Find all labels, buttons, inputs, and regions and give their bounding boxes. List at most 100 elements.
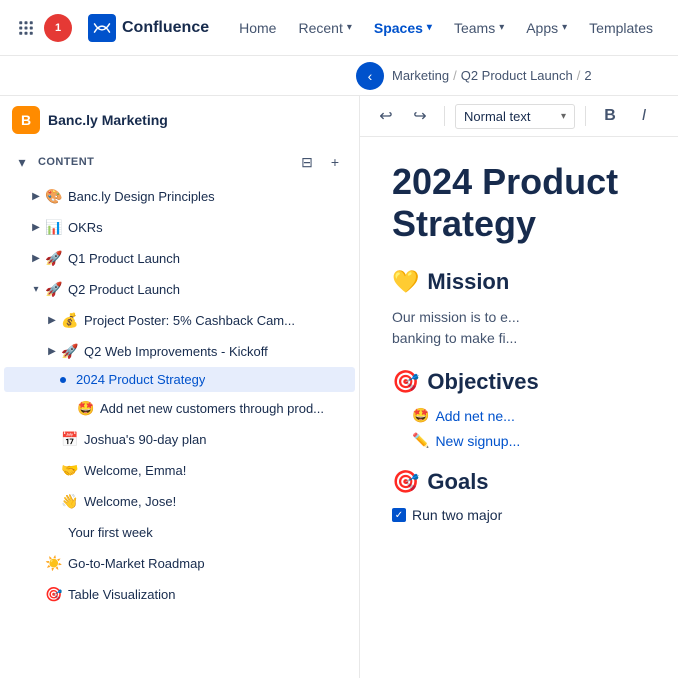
nav-spaces[interactable]: Spaces ▾: [364, 14, 442, 42]
objectives-list: 🤩 Add net ne... ✏️ New signup...: [412, 407, 646, 449]
sidebar-item-product-strategy[interactable]: 2024 Product Strategy: [4, 367, 355, 392]
mission-heading: 💛 Mission: [392, 269, 646, 295]
checkbox-icon[interactable]: ✓: [392, 508, 406, 522]
breadcrumb-separator: /: [453, 68, 457, 83]
sidebar-section-title: CONTENT: [38, 156, 94, 168]
sidebar-item-q2-web[interactable]: ▶ 🚀 Q2 Web Improvements - Kickoff: [4, 336, 355, 366]
obj-text: Add net ne...: [435, 408, 514, 424]
breadcrumb: Marketing / Q2 Product Launch / 2: [392, 68, 592, 83]
nav-recent[interactable]: Recent ▾: [288, 14, 361, 42]
content-area: B Banc.ly Marketing ▾ CONTENT ⊟ + ▶ 🎨 Ba…: [0, 96, 678, 678]
nav-apps[interactable]: Apps ▾: [516, 14, 577, 42]
sidebar-item-q1-launch[interactable]: ▶ 🚀 Q1 Product Launch: [4, 243, 355, 273]
sidebar-item-add-net-new[interactable]: 🤩 Add net new customers through prod...: [4, 393, 355, 423]
app-grid-icon[interactable]: [12, 14, 40, 42]
item-label: Go-to-Market Roadmap: [68, 556, 205, 571]
text-style-dropdown[interactable]: Normal text ▾: [455, 104, 575, 129]
sidebar-item-q2-launch[interactable]: ▾ 🚀 Q2 Product Launch: [4, 274, 355, 304]
item-label: Table Visualization: [68, 587, 175, 602]
item-icon: ☀️: [44, 553, 64, 573]
space-header: B Banc.ly Marketing: [0, 96, 359, 140]
item-icon: 🤩: [76, 398, 96, 418]
sidebar-header-left: ▾ CONTENT: [12, 152, 94, 172]
nav-home[interactable]: Home: [229, 14, 286, 42]
obj-text: New signup...: [435, 433, 520, 449]
italic-button[interactable]: I: [630, 102, 658, 130]
sidebar-item-your-first-week[interactable]: Your first week: [4, 517, 355, 547]
nav-templates[interactable]: Templates: [579, 14, 663, 42]
sidebar-item-okrs[interactable]: ▶ 📊 OKRs: [4, 212, 355, 242]
obj-icon: ✏️: [412, 432, 429, 449]
expand-icon: ▶: [28, 219, 44, 235]
breadcrumb-page[interactable]: 2: [584, 68, 591, 83]
sidebar-items-list: ▶ 🎨 Banc.ly Design Principles ▶ 📊 OKRs ▶…: [0, 181, 359, 609]
expand-icon: ▶: [44, 343, 60, 359]
sidebar-item-design-principles[interactable]: ▶ 🎨 Banc.ly Design Principles: [4, 181, 355, 211]
item-label: 2024 Product Strategy: [76, 372, 205, 387]
bold-button[interactable]: B: [596, 102, 624, 130]
sidebar-item-joshua-plan[interactable]: 📅 Joshua's 90-day plan: [4, 424, 355, 454]
item-icon: 🎯: [44, 584, 64, 604]
breadcrumb-bar: ‹ Collapse Marketing / Q2 Product Launch…: [0, 56, 678, 96]
item-label: Welcome, Jose!: [84, 494, 176, 509]
sidebar-item-welcome-emma[interactable]: 🤝 Welcome, Emma!: [4, 455, 355, 485]
objective-item[interactable]: 🤩 Add net ne...: [412, 407, 646, 424]
sidebar: B Banc.ly Marketing ▾ CONTENT ⊟ + ▶ 🎨 Ba…: [0, 96, 360, 678]
breadcrumb-marketing[interactable]: Marketing: [392, 68, 449, 83]
mission-text: Our mission is to e...banking to make fi…: [392, 307, 646, 349]
chevron-down-icon: ▾: [561, 111, 566, 122]
chevron-down-icon: ▾: [427, 22, 432, 33]
breadcrumb-separator: /: [577, 68, 581, 83]
chevron-down-icon: ▾: [562, 22, 567, 33]
sidebar-collapse-arrow[interactable]: ▾: [12, 152, 32, 172]
confluence-logo-icon: [88, 14, 116, 42]
expand-icon: [60, 400, 76, 416]
item-icon: 🚀: [44, 248, 64, 268]
notification-count[interactable]: 1: [44, 14, 72, 42]
item-icon: 🚀: [44, 279, 64, 299]
notification-bell[interactable]: 1: [44, 14, 72, 42]
objectives-icon: 🎯: [392, 369, 419, 395]
space-name[interactable]: Banc.ly Marketing: [48, 112, 168, 128]
redo-button[interactable]: ↪: [406, 102, 434, 130]
item-icon: 🎨: [44, 186, 64, 206]
undo-button[interactable]: ↩: [372, 102, 400, 130]
expand-icon: ▶: [28, 250, 44, 266]
sidebar-header-right: ⊟ +: [295, 150, 347, 174]
nav-items: Home Recent ▾ Spaces ▾ Teams ▾ Apps ▾ Te…: [229, 14, 663, 42]
item-label: Banc.ly Design Principles: [68, 189, 215, 204]
add-page-icon[interactable]: +: [323, 150, 347, 174]
chevron-down-icon: ▾: [347, 22, 352, 33]
objective-item[interactable]: ✏️ New signup...: [412, 432, 646, 449]
mission-icon: 💛: [392, 269, 419, 295]
expand-icon: [28, 524, 44, 540]
item-label: Q1 Product Launch: [68, 251, 180, 266]
item-icon: 🤝: [60, 460, 80, 480]
toolbar-separator: [444, 106, 445, 126]
sidebar-item-go-to-market[interactable]: ☀️ Go-to-Market Roadmap: [4, 548, 355, 578]
item-label: OKRs: [68, 220, 103, 235]
item-label: Q2 Web Improvements - Kickoff: [84, 344, 268, 359]
obj-icon: 🤩: [412, 407, 429, 424]
expand-icon: [44, 462, 60, 478]
editor-content[interactable]: 2024 Product Strategy 💛 Mission Our miss…: [360, 137, 678, 678]
space-icon: B: [12, 106, 40, 134]
editor-area: ↩ ↪ Normal text ▾ B I 2024 Product Strat…: [360, 96, 678, 678]
expand-icon: [28, 586, 44, 602]
breadcrumb-q2-launch[interactable]: Q2 Product Launch: [461, 68, 573, 83]
sidebar-item-project-poster[interactable]: ▶ 💰 Project Poster: 5% Cashback Cam...: [4, 305, 355, 335]
sidebar-item-welcome-jose[interactable]: 👋 Welcome, Jose!: [4, 486, 355, 516]
collapse-sidebar-button[interactable]: ‹: [356, 62, 384, 90]
item-icon: 💰: [60, 310, 80, 330]
editor-toolbar: ↩ ↪ Normal text ▾ B I: [360, 96, 678, 137]
goals-heading: 🎯 Goals: [392, 469, 646, 495]
confluence-logo[interactable]: Confluence: [88, 14, 209, 42]
sidebar-item-table-viz[interactable]: 🎯 Table Visualization: [4, 579, 355, 609]
filter-icon[interactable]: ⊟: [295, 150, 319, 174]
item-label: Your first week: [68, 525, 153, 540]
item-icon: 📅: [60, 429, 80, 449]
toolbar-separator: [585, 106, 586, 126]
expand-icon: [28, 555, 44, 571]
item-label: Welcome, Emma!: [84, 463, 186, 478]
nav-teams[interactable]: Teams ▾: [444, 14, 514, 42]
